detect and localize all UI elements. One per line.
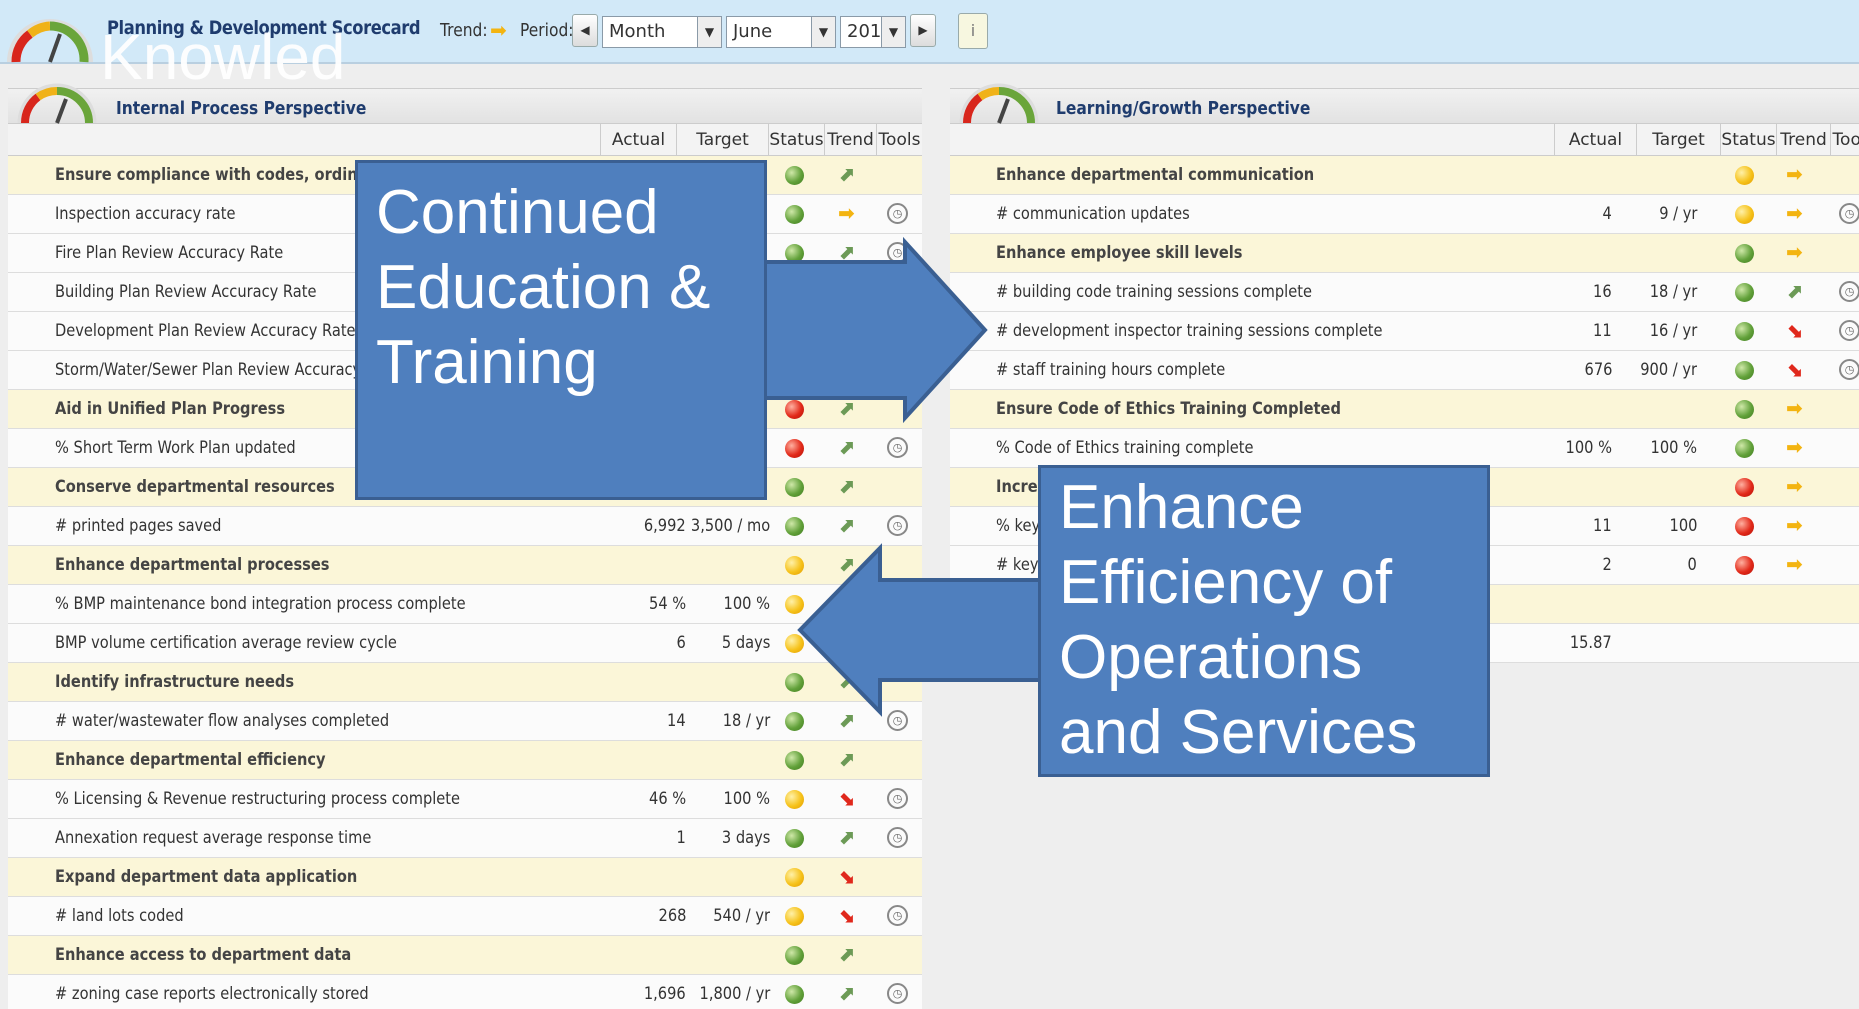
callout-arrows	[758, 236, 1047, 717]
arrow-right-icon	[758, 236, 988, 424]
callout-education: Continued Education & Training	[355, 160, 767, 500]
arrow-left-icon	[797, 543, 1047, 717]
callout-education-text: Continued Education & Training	[376, 178, 711, 397]
callout-efficiency: Enhance Efficiency of Operations and Ser…	[1038, 465, 1490, 777]
scorecard-app: Planning & Development Scorecard Trend: …	[0, 0, 1859, 1009]
callout-efficiency-text: Enhance Efficiency of Operations and Ser…	[1059, 473, 1418, 767]
